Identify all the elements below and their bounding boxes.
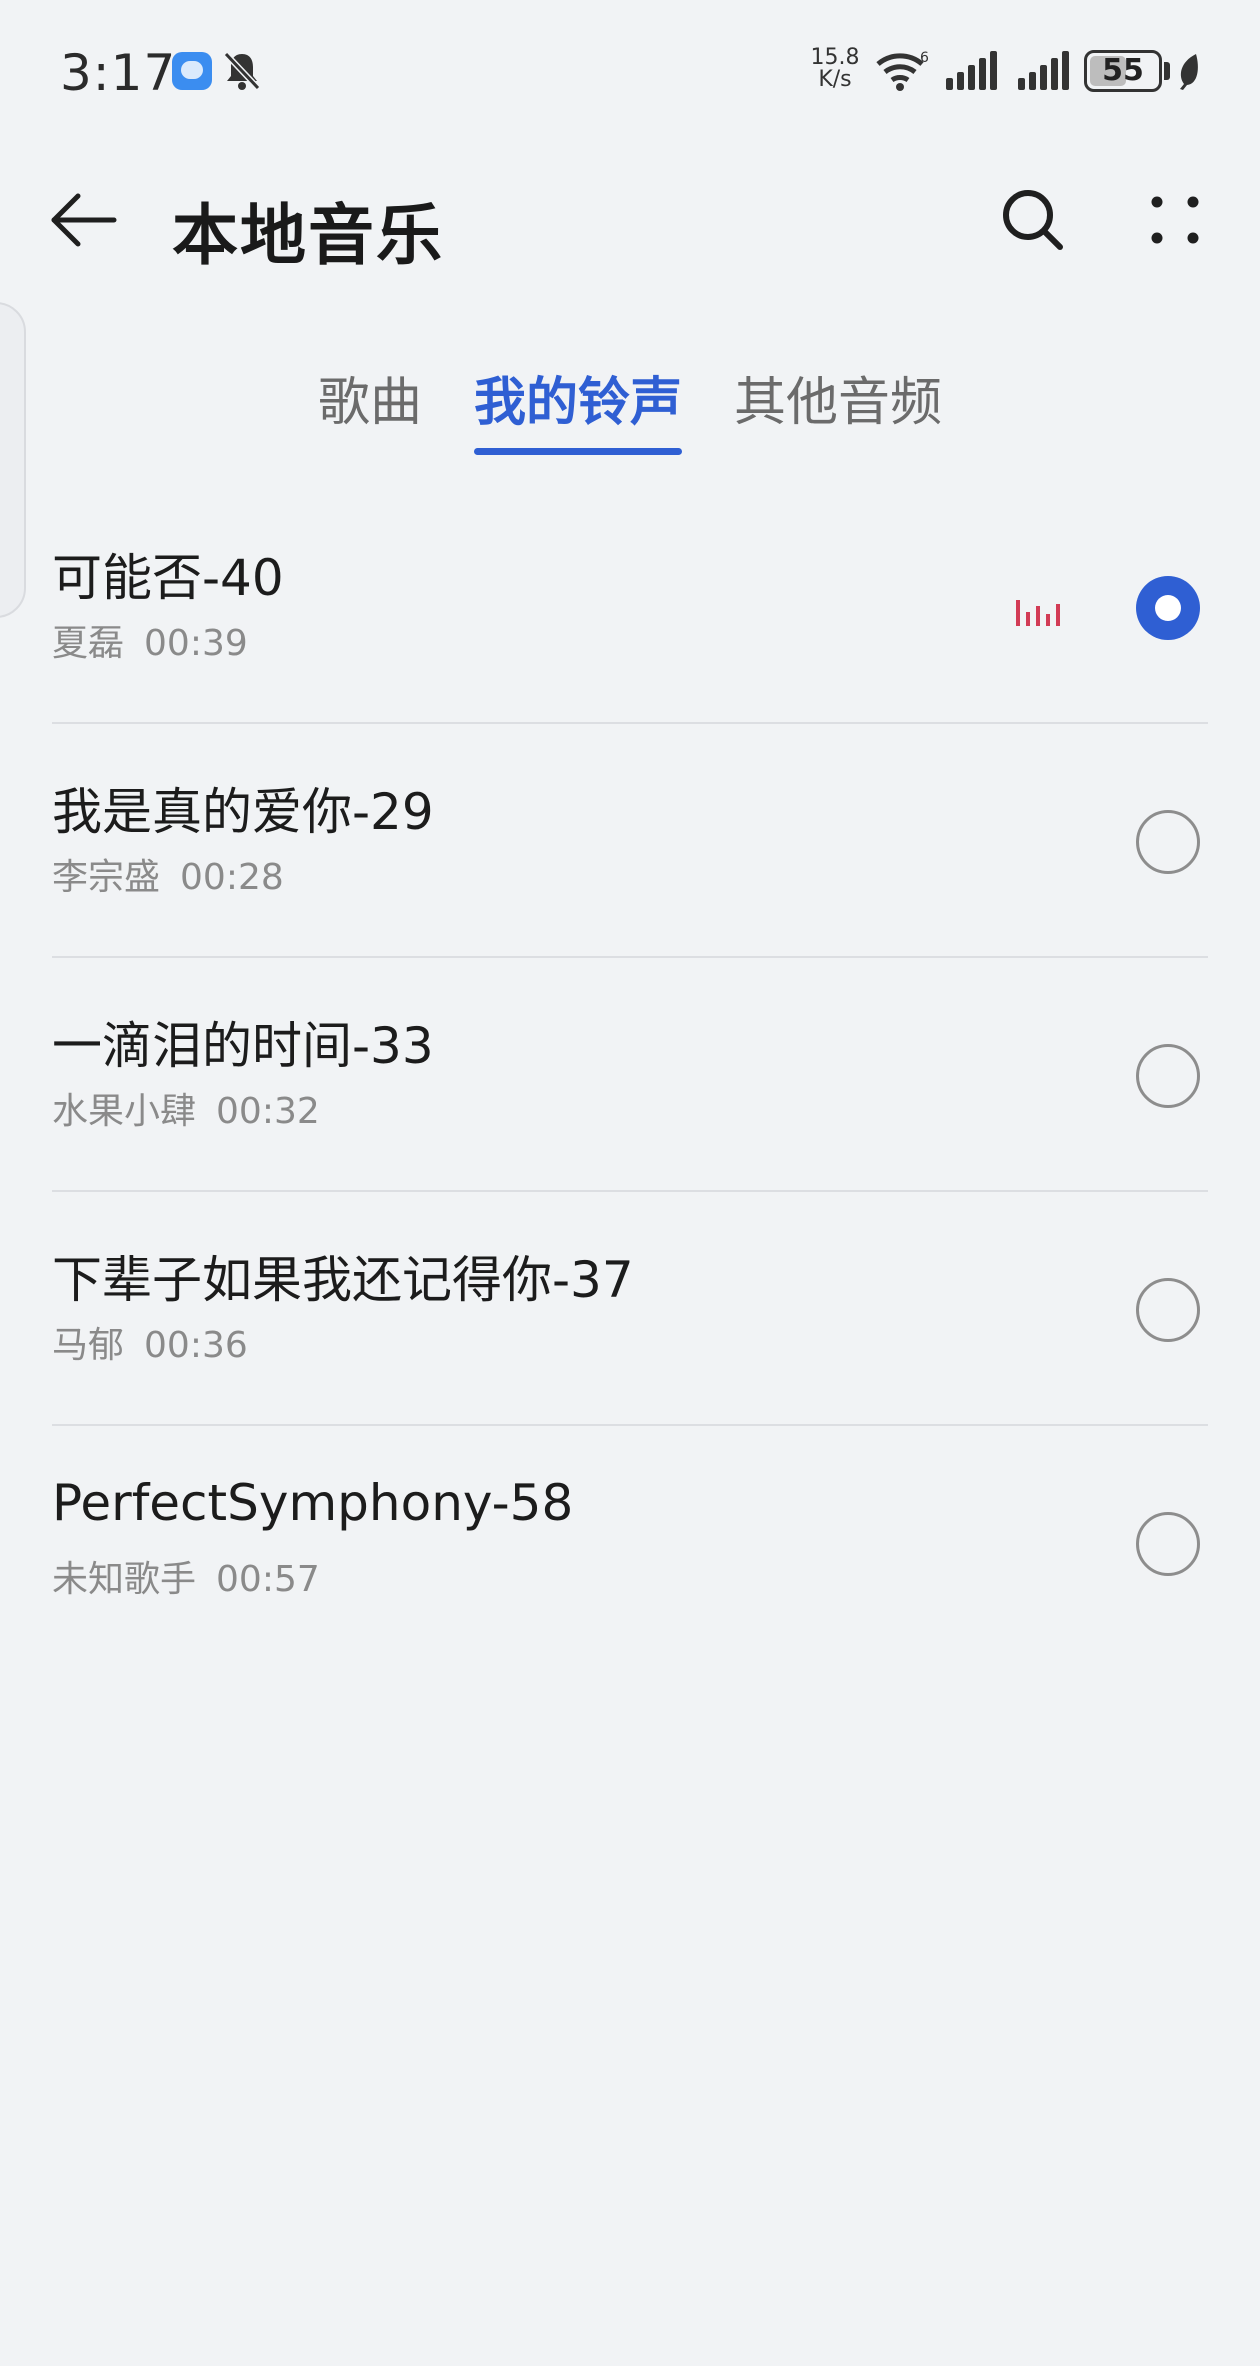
ringtone-meta: 水果小肆 00:32 [52,1082,320,1134]
network-speed-unit: K/s [818,67,852,92]
more-button[interactable] [1130,178,1220,262]
ringtone-duration: 00:28 [180,857,284,898]
ringtone-artist: 马郁 [52,1325,125,1366]
battery-cap [1164,62,1170,80]
battery-icon: 55 [1084,50,1162,92]
screen: 3:17 15.8 K/s 6 55 本地音乐 歌曲 我的铃声 其他音频 可能否… [0,0,1260,2366]
ringtone-title: 下辈子如果我还记得你-37 [52,1251,634,1309]
ringtone-title: 可能否-40 [52,549,284,607]
leaf-icon [1180,54,1198,90]
search-icon [1003,190,1063,250]
ringtone-duration: 00:36 [144,1325,248,1366]
ringtone-duration: 00:39 [144,623,248,664]
ringtone-meta: 李宗盛 00:28 [52,848,284,900]
status-time: 3:17 [60,44,177,102]
network-speed-value: 15.8 [810,45,860,70]
page-title: 本地音乐 [172,197,444,274]
ringtone-artist: 未知歌手 [52,1559,197,1600]
tab-my-ringtones[interactable]: 我的铃声 [474,360,682,460]
ringtone-item[interactable]: PerfectSymphony-58 未知歌手 00:57 [0,1426,1260,1660]
ringtone-duration: 00:57 [216,1559,320,1600]
ringtone-meta: 未知歌手 00:57 [52,1550,320,1602]
ringtone-meta: 马郁 00:36 [52,1316,248,1368]
status-bar: 3:17 15.8 K/s 6 55 [0,0,1260,140]
tab-bar: 歌曲 我的铃声 其他音频 [0,360,1260,460]
search-button[interactable] [988,178,1078,262]
ringtone-item[interactable]: 下辈子如果我还记得你-37 马郁 00:36 [0,1192,1260,1426]
wifi-badge: 6 [920,50,929,66]
ringtone-item[interactable]: 一滴泪的时间-33 水果小肆 00:32 [0,958,1260,1192]
back-button[interactable] [36,178,132,262]
ringtone-artist: 李宗盛 [52,857,161,898]
ringtone-artist: 水果小肆 [52,1091,197,1132]
tab-songs[interactable]: 歌曲 [318,360,422,460]
ringtone-artist: 夏磊 [52,623,125,664]
message-icon [172,52,212,90]
ringtone-radio[interactable] [1136,810,1200,874]
ringtone-radio[interactable] [1136,1512,1200,1576]
ringtone-title: 我是真的爱你-29 [52,783,434,841]
tab-other-audio[interactable]: 其他音频 [734,360,942,460]
signal-icon [946,51,997,90]
ringtone-radio-selected[interactable] [1136,576,1200,640]
network-speed: 15.8 K/s [806,47,864,91]
ringtone-title: 一滴泪的时间-33 [52,1017,434,1075]
back-arrow-icon [51,193,117,247]
ringtone-meta: 夏磊 00:39 [52,614,248,666]
ringtone-list: 可能否-40 夏磊 00:39 我是真的爱你-29 李宗盛 00:28 一滴泪的… [0,490,1260,1660]
ringtone-radio[interactable] [1136,1278,1200,1342]
wifi-icon: 6 [876,50,929,91]
ringtone-item[interactable]: 我是真的爱你-29 李宗盛 00:28 [0,724,1260,958]
app-bar: 本地音乐 [0,160,1260,280]
battery-level: 55 [1102,53,1144,88]
ringtone-radio[interactable] [1136,1044,1200,1108]
ringtone-title: PerfectSymphony-58 [52,1474,574,1532]
more-dots-icon [1151,196,1199,244]
tab-indicator [474,448,682,455]
playing-equalizer-icon [1016,600,1060,626]
signal-icon [1018,51,1069,90]
ringtone-duration: 00:32 [216,1091,320,1132]
ringtone-item[interactable]: 可能否-40 夏磊 00:39 [0,490,1260,724]
bell-off-icon [223,51,261,91]
